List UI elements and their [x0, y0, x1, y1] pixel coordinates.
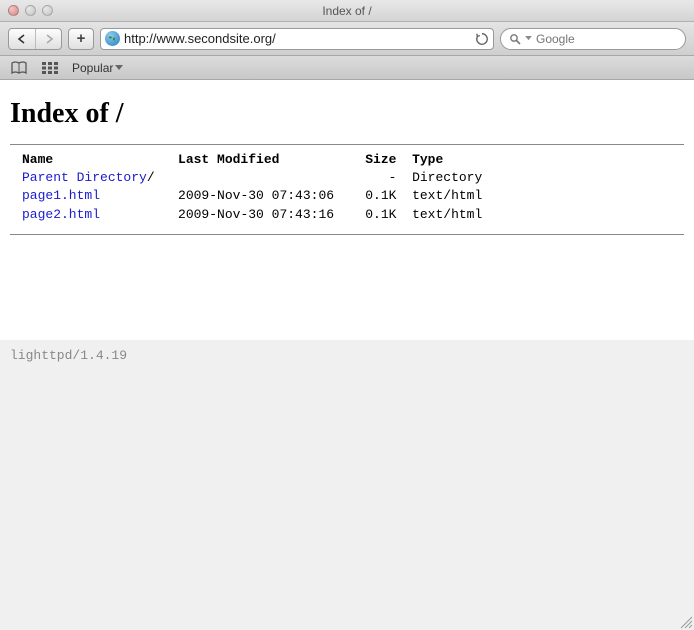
- search-input[interactable]: [536, 32, 677, 46]
- book-icon: [10, 61, 28, 75]
- browser-toolbar: +: [0, 22, 694, 56]
- listing-header: Name Last Modified Size Type: [22, 151, 678, 169]
- window-title: Index of /: [322, 4, 371, 18]
- listing-row: Parent Directory/ - Directory: [22, 169, 678, 187]
- resize-handle-icon[interactable]: [678, 614, 693, 629]
- page-content: Index of / Name Last Modified Size TypeP…: [0, 80, 694, 340]
- entry-link[interactable]: page2.html: [22, 207, 100, 222]
- back-icon: [17, 34, 27, 44]
- forward-icon: [44, 34, 54, 44]
- search-icon: [509, 33, 521, 45]
- directory-listing: Name Last Modified Size TypeParent Direc…: [10, 145, 684, 234]
- zoom-window-button[interactable]: [42, 5, 53, 16]
- plus-icon: +: [77, 30, 86, 47]
- page-title: Index of /: [10, 98, 684, 130]
- reading-list-button[interactable]: [10, 61, 28, 75]
- entry-link[interactable]: page1.html: [22, 188, 100, 203]
- close-window-button[interactable]: [8, 5, 19, 16]
- reload-icon[interactable]: [475, 32, 489, 46]
- forward-button[interactable]: [35, 29, 61, 49]
- back-button[interactable]: [9, 29, 35, 49]
- server-version: lighttpd/1.4.19: [10, 348, 684, 363]
- popular-label: Popular: [72, 61, 113, 75]
- listing-row: page1.html 2009-Nov-30 07:43:06 0.1K tex…: [22, 187, 678, 205]
- footer: lighttpd/1.4.19: [0, 340, 694, 371]
- search-bar[interactable]: [500, 28, 686, 50]
- chevron-down-icon: [115, 65, 123, 71]
- bottom-rule: [10, 234, 684, 235]
- search-dropdown-icon[interactable]: [525, 36, 532, 41]
- site-favicon-icon: [105, 31, 120, 46]
- add-bookmark-button[interactable]: +: [68, 28, 94, 50]
- top-sites-button[interactable]: [42, 62, 58, 74]
- grid-icon: [42, 62, 58, 74]
- minimize-window-button[interactable]: [25, 5, 36, 16]
- url-bar[interactable]: [100, 28, 494, 50]
- popular-menu[interactable]: Popular: [72, 61, 123, 75]
- bookmarks-bar: Popular: [0, 56, 694, 80]
- entry-link[interactable]: Parent Directory: [22, 170, 147, 185]
- titlebar: Index of /: [0, 0, 694, 22]
- url-input[interactable]: [124, 31, 471, 46]
- nav-buttons: [8, 28, 62, 50]
- listing-row: page2.html 2009-Nov-30 07:43:16 0.1K tex…: [22, 206, 678, 224]
